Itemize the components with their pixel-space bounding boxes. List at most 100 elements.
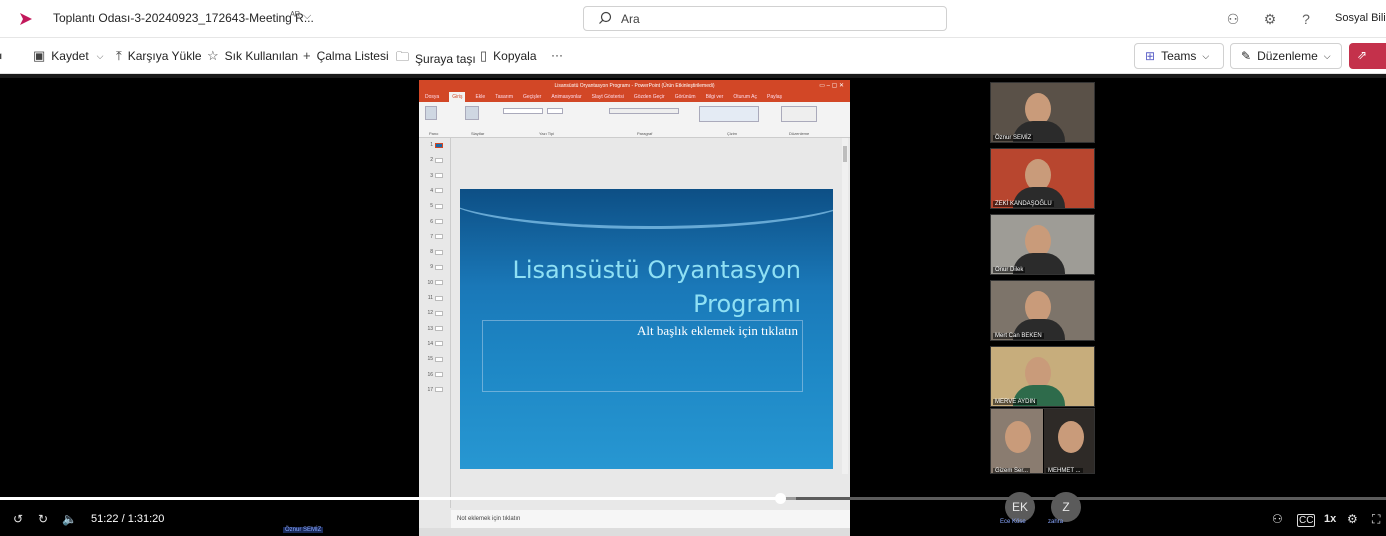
slide-thumbnail: 2	[423, 157, 443, 163]
more-label: ···	[551, 48, 563, 62]
slide-thumbnail: 16	[423, 372, 443, 378]
playlist-button[interactable]: + Çalma Listesi	[303, 48, 389, 63]
pencil-icon: ✎	[1241, 49, 1252, 63]
slide-wave-decoration	[460, 189, 833, 229]
slide-thumbnail-image	[435, 356, 443, 362]
teams-button[interactable]: ⊞ Teams ⌵	[1134, 43, 1224, 69]
favorites-label: Sık Kullanılan	[224, 49, 299, 63]
search-placeholder: Ara	[621, 12, 640, 26]
copy-button[interactable]: ▯ Kopyala	[480, 48, 537, 64]
progress-bar[interactable]	[0, 493, 1386, 504]
slide-number: 13	[427, 325, 433, 332]
slide-thumbnail-image	[435, 234, 443, 240]
participant-video-tile[interactable]: Onur Dilek	[990, 214, 1095, 275]
share-person-chevron-icon[interactable]: ᴬᴿ ⌵	[290, 10, 311, 23]
ribbon-group-label: Slaytlar	[471, 131, 485, 136]
more-button[interactable]: ···	[551, 48, 563, 62]
slide-number: 5	[430, 203, 433, 210]
ppt-tab-active: Giriş	[449, 92, 466, 102]
participant-video-tile[interactable]: MERVE AYDIN	[990, 346, 1095, 407]
slide-thumbnail-image	[435, 326, 443, 332]
slide-number: 3	[430, 172, 433, 179]
slide-thumbnail: 11	[423, 295, 443, 301]
slide-thumbnail-image	[435, 295, 443, 301]
avatar[interactable]: Z	[1051, 492, 1081, 522]
upload-button[interactable]: ⤒ Karşıya Yükle	[116, 48, 202, 64]
slide-title: Lisansüstü Oryantasyon Programı	[481, 253, 801, 321]
slide-thumbnail-image	[435, 280, 443, 286]
upload-label: Karşıya Yükle	[127, 49, 202, 63]
fullscreen-icon[interactable]: ⛶	[1372, 512, 1380, 527]
slide-thumbnail-image	[435, 188, 443, 194]
slide-thumbnail-image	[435, 157, 443, 163]
ppt-tab: Dosya	[425, 94, 440, 100]
participant-video-tile[interactable]: Gizem Ser...	[991, 409, 1043, 474]
active-speaker-tag: Öznur SEMİZ	[283, 527, 324, 533]
captions-icon[interactable]: CC	[1297, 514, 1316, 527]
copy-label: Kopyala	[493, 49, 537, 63]
upload-icon: ⤒	[116, 48, 122, 63]
participant-video-tile[interactable]: Mert Can BEKEN	[990, 280, 1095, 341]
paste-icon	[425, 106, 437, 120]
copy-icon: ▯	[480, 48, 488, 63]
participant-name: Gizem Ser...	[993, 468, 1031, 474]
slide-thumbnail: 17	[423, 387, 443, 393]
avatar[interactable]: EK	[1005, 492, 1035, 522]
slide-thumbnail: 15	[423, 356, 443, 362]
share-icon: ⇗	[1357, 48, 1368, 62]
participant-video-tile[interactable]: ZEKİ KANDAŞOĞLU	[990, 148, 1095, 209]
participant-name: MERVE AYDIN	[993, 399, 1038, 405]
back-icon[interactable]: ◖	[0, 48, 4, 63]
participants-icon[interactable]: ⚇	[1272, 512, 1283, 526]
document-title[interactable]: Toplantı Odası-3-20240923_172643-Meeting…	[53, 11, 314, 25]
favorites-button[interactable]: ☆ Sık Kullanılan	[207, 48, 298, 64]
star-icon: ☆	[207, 48, 219, 63]
slide-thumbnail-image	[435, 341, 443, 347]
ppt-window-controls-icon: ▭ – ▢ ✕	[819, 83, 844, 89]
gear-icon[interactable]: ⚙	[1261, 10, 1279, 28]
teams-label: Teams	[1161, 49, 1197, 63]
notes-placeholder: Not eklemek için tıklatın	[457, 516, 521, 522]
forward-10-icon[interactable]: ↻	[38, 512, 48, 526]
slide-thumbnail-image	[435, 310, 443, 316]
slide-thumbnail-image	[435, 142, 443, 148]
playback-speed-button[interactable]: 1x	[1324, 513, 1336, 525]
rewind-10-icon[interactable]: ↺	[13, 512, 23, 526]
ppt-window-title: Lisansüstü Oryantasyon Programı - PowerP…	[554, 83, 715, 89]
gear-icon[interactable]: ⚙	[1347, 512, 1358, 526]
slide-number: 6	[430, 218, 433, 225]
participant-video-tile[interactable]: MEHMET ...	[1044, 409, 1094, 473]
move-button[interactable]: 🗀 Şuraya taşı	[396, 48, 476, 70]
title-bar: Toplantı Odası-3-20240923_172643-Meeting…	[0, 0, 1386, 38]
ppt-tab: Animasyonlar	[551, 94, 582, 100]
ppt-tab: Tasarım	[495, 94, 513, 100]
progress-fill	[0, 497, 780, 500]
people-settings-icon[interactable]: ⚇	[1224, 10, 1242, 28]
search-input[interactable]: Ara	[583, 6, 947, 31]
plus-icon: +	[303, 48, 311, 63]
ppt-tab: Geçişler	[522, 94, 542, 100]
avatar-initials: Z	[1062, 500, 1070, 514]
avatar-initials: EK	[1011, 500, 1028, 514]
slide-number: 2	[430, 157, 433, 164]
participant-video-tile[interactable]: Öznur SEMİZ	[990, 82, 1095, 143]
slide-title-line-2: Programı	[693, 290, 801, 318]
volume-icon[interactable]: 🔈	[62, 512, 77, 526]
font-box-icon	[503, 108, 543, 114]
avatar-label: zahra	[1048, 519, 1064, 525]
stream-logo-icon	[20, 13, 32, 25]
edit-mode-button[interactable]: ✎ Düzenleme ⌵	[1230, 43, 1342, 69]
save-button[interactable]: ▣ Kaydet ⌵	[33, 48, 103, 64]
slide-thumbnail: 5	[423, 203, 443, 209]
save-video-icon: ▣	[33, 48, 46, 63]
slide-thumbnail: 1	[423, 142, 443, 148]
user-name[interactable]: Sosyal Bilim	[1335, 12, 1386, 24]
search-icon	[599, 11, 612, 24]
help-icon[interactable]: ?	[1297, 10, 1315, 28]
ppt-ribbon: Pano Slaytlar Yazı Tipi Paragraf Çizim D…	[419, 102, 850, 138]
ppt-tab: Oturum Aç	[733, 94, 757, 100]
share-button[interactable]: ⇗	[1349, 43, 1386, 69]
slide-subtitle: Alt başlık eklemek için tıklatın	[636, 323, 798, 338]
progress-handle[interactable]	[774, 493, 786, 504]
ppt-tab: Gözden Geçir	[633, 94, 665, 100]
